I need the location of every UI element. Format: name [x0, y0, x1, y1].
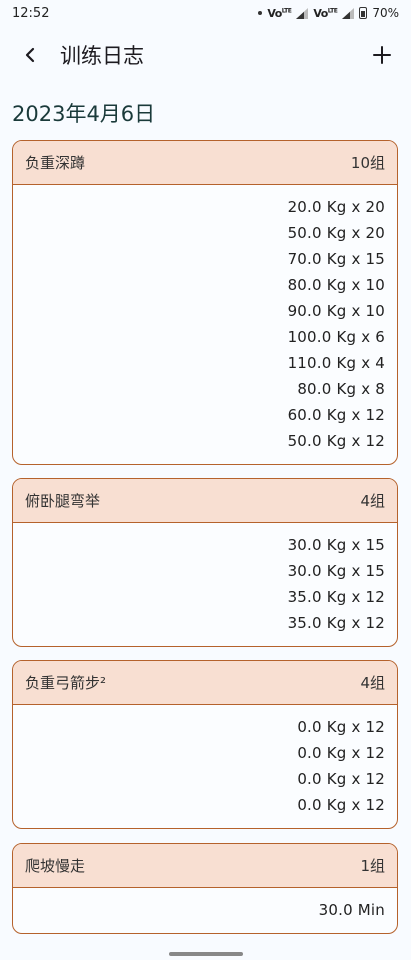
exercise-sets: 30.0 Min: [13, 888, 397, 923]
page-title: 训练日志: [60, 44, 144, 68]
exercise-card-header[interactable]: 爬坡慢走 1组: [13, 844, 397, 888]
set-row: 30.0 Kg x 15: [287, 536, 385, 554]
signal-icon-2: [342, 7, 355, 19]
exercise-name: 负重深蹲: [25, 154, 86, 172]
plus-icon: [373, 46, 391, 64]
exercise-sets: 0.0 Kg x 12 0.0 Kg x 12 0.0 Kg x 12 0.0 …: [13, 705, 397, 818]
back-button[interactable]: [16, 41, 44, 69]
status-bar: 12:52 VoLTE VoLTE 70%: [0, 0, 411, 26]
set-row: 110.0 Kg x 4: [287, 354, 385, 372]
set-row: 50.0 Kg x 20: [287, 224, 385, 242]
app-bar: 训练日志: [0, 26, 411, 84]
home-indicator[interactable]: [168, 952, 243, 956]
set-row: 30.0 Kg x 15: [287, 562, 385, 580]
battery-icon: [359, 7, 368, 19]
exercise-card[interactable]: 负重深蹲 10组 20.0 Kg x 20 50.0 Kg x 20 70.0 …: [12, 140, 398, 465]
volte-icon: VoLTE: [267, 6, 292, 20]
status-time: 12:52: [12, 5, 50, 21]
set-row: 35.0 Kg x 12: [287, 588, 385, 606]
exercise-card[interactable]: 负重弓箭步² 4组 0.0 Kg x 12 0.0 Kg x 12 0.0 Kg…: [12, 660, 398, 829]
set-row: 80.0 Kg x 8: [297, 380, 385, 398]
exercise-name: 俯卧腿弯举: [25, 492, 101, 510]
exercise-card[interactable]: 俯卧腿弯举 4组 30.0 Kg x 15 30.0 Kg x 15 35.0 …: [12, 478, 398, 647]
set-row: 60.0 Kg x 12: [287, 406, 385, 424]
exercise-set-count: 1组: [360, 857, 385, 875]
exercise-name: 负重弓箭步²: [25, 674, 107, 692]
set-row: 80.0 Kg x 10: [287, 276, 385, 294]
set-row: 0.0 Kg x 12: [297, 796, 385, 814]
set-row: 50.0 Kg x 12: [287, 432, 385, 450]
set-row: 30.0 Min: [318, 901, 385, 919]
exercise-sets: 20.0 Kg x 20 50.0 Kg x 20 70.0 Kg x 15 8…: [13, 185, 397, 454]
exercise-name: 爬坡慢走: [25, 857, 86, 875]
chevron-left-icon: [25, 47, 35, 63]
exercise-sets: 30.0 Kg x 15 30.0 Kg x 15 35.0 Kg x 12 3…: [13, 523, 397, 636]
exercise-set-count: 4组: [360, 674, 385, 692]
set-row: 100.0 Kg x 6: [287, 328, 385, 346]
set-row: 35.0 Kg x 12: [287, 614, 385, 632]
add-button[interactable]: [367, 40, 397, 70]
date-heading: 2023年4月6日: [12, 102, 156, 126]
set-row: 20.0 Kg x 20: [287, 198, 385, 216]
exercise-card-header[interactable]: 负重深蹲 10组: [13, 141, 397, 185]
exercise-card-header[interactable]: 俯卧腿弯举 4组: [13, 479, 397, 523]
signal-icon: [296, 7, 309, 19]
battery-percent: 70%: [372, 6, 399, 20]
set-row: 0.0 Kg x 12: [297, 770, 385, 788]
status-icons: VoLTE VoLTE 70%: [258, 6, 399, 20]
set-row: 0.0 Kg x 12: [297, 744, 385, 762]
exercise-set-count: 4组: [360, 492, 385, 510]
exercise-card[interactable]: 爬坡慢走 1组 30.0 Min: [12, 843, 398, 934]
set-row: 70.0 Kg x 15: [287, 250, 385, 268]
volte-icon-2: VoLTE: [313, 6, 338, 20]
exercise-card-header[interactable]: 负重弓箭步² 4组: [13, 661, 397, 705]
exercise-set-count: 10组: [350, 154, 385, 172]
set-row: 0.0 Kg x 12: [297, 718, 385, 736]
set-row: 90.0 Kg x 10: [287, 302, 385, 320]
notification-dot-icon: [258, 11, 263, 15]
